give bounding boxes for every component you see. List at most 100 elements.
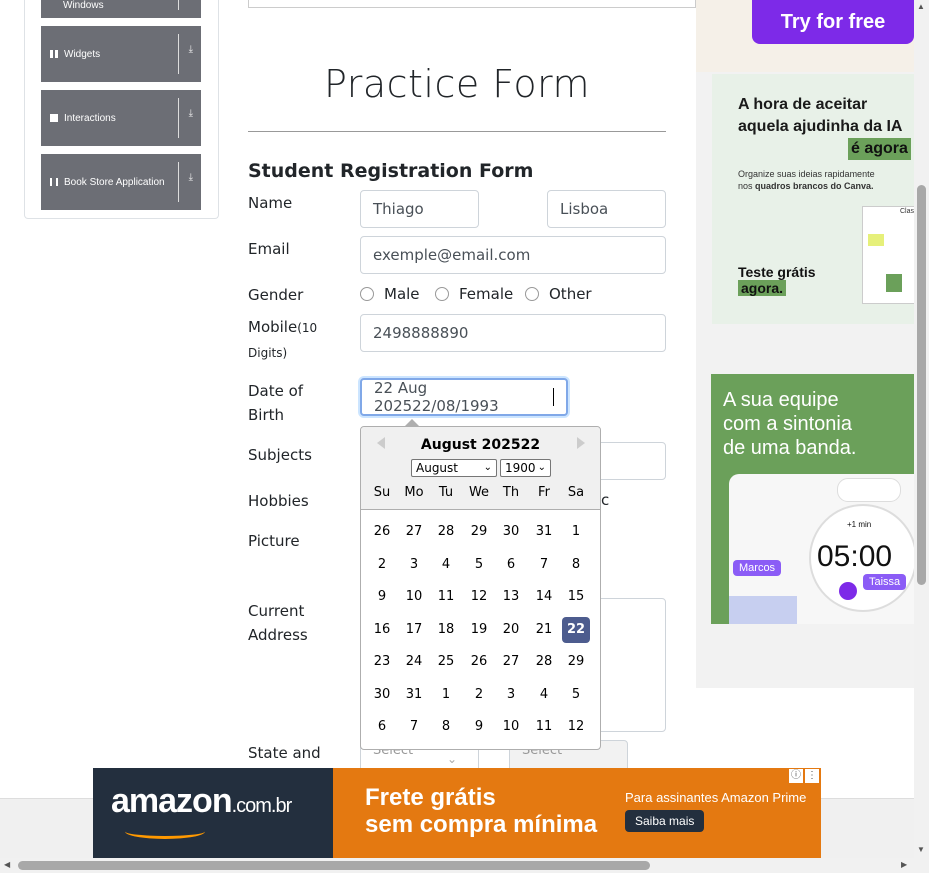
calendar-day[interactable]: 5: [562, 682, 590, 708]
gender-male-radio[interactable]: [360, 287, 374, 301]
scroll-down-arrow[interactable]: ▼: [917, 845, 925, 854]
calendar-day[interactable]: 24: [400, 649, 428, 675]
calendar-day[interactable]: 19: [465, 617, 493, 643]
calendar-day[interactable]: 4: [432, 552, 460, 578]
calendar-day[interactable]: 26: [465, 649, 493, 675]
calendar-day[interactable]: 18: [432, 617, 460, 643]
gender-female-label[interactable]: Female: [459, 285, 513, 303]
calendar-day[interactable]: 6: [368, 714, 396, 740]
sidebar-item-widgets[interactable]: Widgets ⤓: [41, 26, 201, 82]
amazon-logo-area: amazon.com.br: [93, 768, 333, 858]
calendar-day[interactable]: 1: [432, 682, 460, 708]
calendar-day[interactable]: 11: [530, 714, 558, 740]
datepicker-popup: August 202522 August ⌄ 1900 ⌄ Su Mo Tu We Th Fr…: [360, 426, 601, 750]
calendar-day[interactable]: 2: [368, 552, 396, 578]
canva-cta[interactable]: Teste grátis agora.: [738, 264, 816, 296]
team-headline-3: de uma banda.: [723, 437, 857, 459]
calendar-day[interactable]: 1: [562, 519, 590, 545]
calendar-day[interactable]: 21: [530, 617, 558, 643]
calendar-day[interactable]: 8: [562, 552, 590, 578]
canva-ad[interactable]: A hora de aceitar aquela ajudinha da IA …: [712, 74, 918, 324]
calendar-day[interactable]: 6: [497, 552, 525, 578]
calendar-day[interactable]: 9: [465, 714, 493, 740]
amazon-logo: amazon.com.br: [111, 782, 292, 821]
vertical-scrollbar-thumb[interactable]: [917, 185, 926, 585]
gender-label: Gender: [248, 286, 304, 304]
calendar-day[interactable]: 13: [497, 584, 525, 610]
calendar-day[interactable]: 16: [368, 617, 396, 643]
last-name-input[interactable]: Lisboa: [547, 190, 666, 228]
grid-icon: [50, 50, 58, 58]
first-name-input[interactable]: Thiago: [360, 190, 479, 228]
gender-other-radio[interactable]: [525, 287, 539, 301]
mobile-input[interactable]: 2498888890: [360, 314, 666, 352]
calendar-day[interactable]: 15: [562, 584, 590, 610]
try-free-button[interactable]: Try for free: [752, 0, 914, 44]
ad-close-icon[interactable]: ⋮: [805, 769, 819, 783]
dob-label-1: Date of: [248, 382, 304, 400]
calendar-day[interactable]: 29: [465, 519, 493, 545]
calendar-day[interactable]: 27: [400, 519, 428, 545]
canva-sub-2: nos: [738, 181, 753, 191]
sidebar-item-label: Widgets: [64, 48, 101, 60]
calendar-day[interactable]: 3: [400, 552, 428, 578]
calendar-day[interactable]: 9: [368, 584, 396, 610]
vertical-scrollbar[interactable]: ▲ ▼: [914, 0, 929, 873]
calendar-day[interactable]: 20: [497, 617, 525, 643]
calendar-day[interactable]: 14: [530, 584, 558, 610]
hobbies-music-label-peek[interactable]: c: [601, 491, 609, 509]
horizontal-scrollbar-thumb[interactable]: [18, 861, 650, 870]
calendar-day[interactable]: 27: [497, 649, 525, 675]
calendar-day[interactable]: 17: [400, 617, 428, 643]
calendar-day[interactable]: 31: [530, 519, 558, 545]
amazon-banner-ad[interactable]: amazon.com.br Frete grátis sem compra mí…: [93, 768, 821, 858]
amazon-logo-text: amazon: [111, 782, 233, 820]
dob-input[interactable]: 22 Aug 202522/08/1993: [360, 378, 568, 416]
calendar-day[interactable]: 4: [530, 682, 558, 708]
gender-other-label[interactable]: Other: [549, 285, 592, 303]
calendar-day[interactable]: 29: [562, 649, 590, 675]
calendar-day[interactable]: 30: [497, 519, 525, 545]
mobile-hint-2: Digits): [248, 346, 288, 360]
day-name-header: Su: [373, 485, 391, 500]
gender-female-radio[interactable]: [435, 287, 449, 301]
calendar-day[interactable]: 8: [432, 714, 460, 740]
sidebar-item-windows[interactable]: Windows ⤓: [41, 0, 201, 18]
calendar-day[interactable]: 7: [400, 714, 428, 740]
calendar-day[interactable]: 12: [465, 584, 493, 610]
calendar-day[interactable]: 30: [368, 682, 396, 708]
next-month-button[interactable]: [577, 437, 585, 449]
calendar-day[interactable]: 31: [400, 682, 428, 708]
calendar-day[interactable]: 5: [465, 552, 493, 578]
calendar-day[interactable]: 28: [432, 519, 460, 545]
selected-day[interactable]: 22: [562, 616, 590, 643]
calendar-day[interactable]: 7: [530, 552, 558, 578]
calendar-day[interactable]: 3: [497, 682, 525, 708]
amazon-cta-button[interactable]: Saiba mais: [625, 810, 705, 832]
calendar-day[interactable]: 10: [400, 584, 428, 610]
horizontal-scrollbar[interactable]: ◀ ▶: [0, 858, 914, 873]
hobbies-label: Hobbies: [248, 492, 309, 510]
calendar-day[interactable]: 26: [368, 519, 396, 545]
calendar-day[interactable]: 2: [465, 682, 493, 708]
month-select[interactable]: August ⌄: [411, 459, 497, 477]
calendar-day[interactable]: 25: [432, 649, 460, 675]
team-ad[interactable]: A sua equipe com a sintonia de uma banda…: [711, 374, 917, 624]
sidebar-item-interactions[interactable]: Interactions ⤓: [41, 90, 201, 146]
calendar-day[interactable]: 23: [368, 649, 396, 675]
ad-info-icon[interactable]: ⓘ: [789, 769, 803, 783]
state-dropdown-icon[interactable]: ⌄: [447, 752, 457, 766]
calendar-day[interactable]: 12: [562, 714, 590, 740]
calendar-day[interactable]: 10: [497, 714, 525, 740]
year-select[interactable]: 1900 ⌄: [500, 459, 551, 477]
gender-male-label[interactable]: Male: [384, 285, 420, 303]
scroll-right-arrow[interactable]: ▶: [901, 860, 907, 869]
scroll-up-arrow[interactable]: ▲: [917, 2, 925, 11]
email-input[interactable]: exemple@email.com: [360, 236, 666, 274]
scroll-left-arrow[interactable]: ◀: [4, 860, 10, 869]
calendar-day[interactable]: 11: [432, 584, 460, 610]
calendar-day[interactable]: 28: [530, 649, 558, 675]
canva-cta-1: Teste grátis: [738, 264, 816, 280]
form-subtitle: Student Registration Form: [248, 160, 534, 182]
sidebar-item-book-store[interactable]: Book Store Application ⤓: [41, 154, 201, 210]
